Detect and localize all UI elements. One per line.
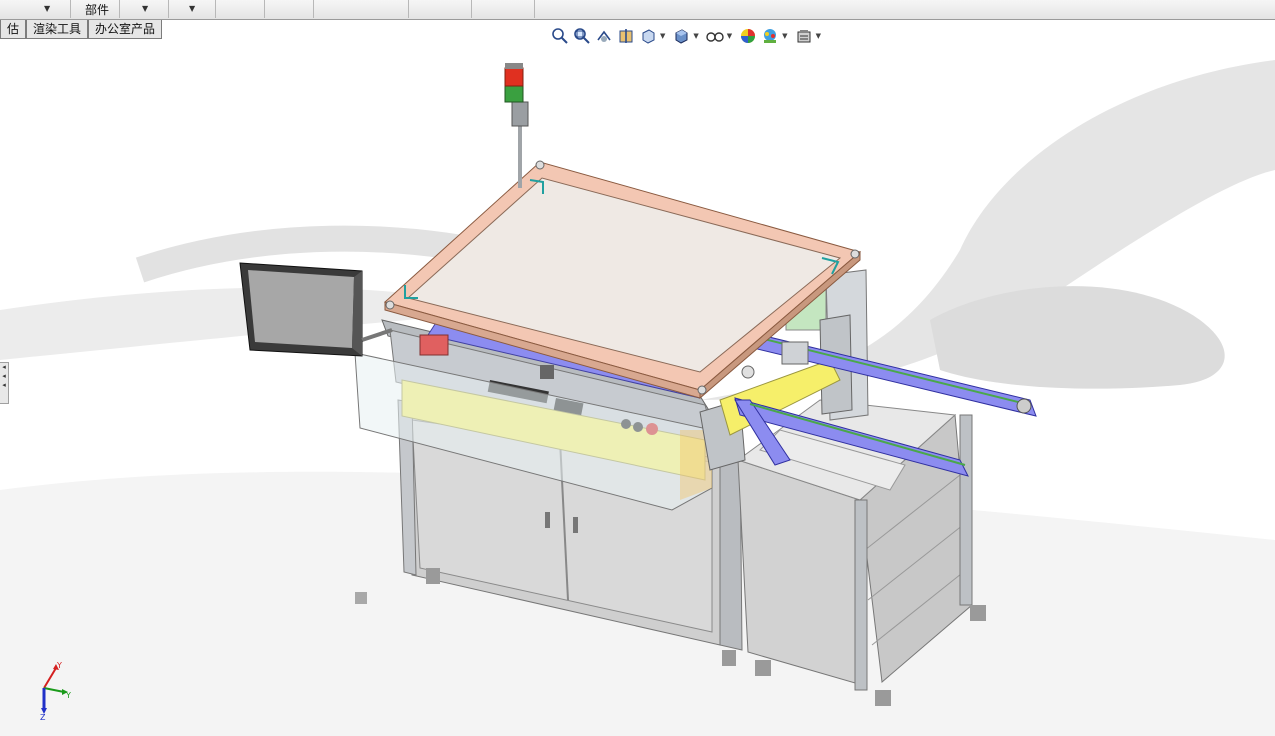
chevron-down-icon[interactable]: ▼ xyxy=(660,32,665,40)
apply-scene-icon[interactable] xyxy=(760,26,780,46)
ribbon-label: 部件 xyxy=(85,3,110,17)
previous-view-icon[interactable] xyxy=(594,26,614,46)
view-orientation-icon[interactable] xyxy=(638,26,658,46)
ribbon-group-assembly[interactable]: 部件 xyxy=(71,0,120,18)
chevron-down-icon[interactable]: ▼ xyxy=(727,32,732,40)
reference-triad: Y Y Z xyxy=(30,660,80,723)
tab-office-products[interactable]: 办公室产品 xyxy=(88,20,163,39)
chevron-down-icon[interactable]: ▼ xyxy=(44,4,50,13)
ribbon-group-7[interactable] xyxy=(409,0,472,18)
chevron-down-icon[interactable]: ▼ xyxy=(693,32,698,40)
ribbon-group-3[interactable]: ▼ xyxy=(169,0,216,18)
display-style-icon[interactable] xyxy=(671,26,691,46)
ribbon-group-6[interactable] xyxy=(314,0,409,18)
tab-evaluate[interactable]: 估 xyxy=(0,20,27,39)
chevron-left-icon: ◂ ◂ ◂ xyxy=(2,363,6,389)
ribbon-group-4[interactable] xyxy=(216,0,265,18)
chevron-down-icon[interactable]: ▼ xyxy=(816,32,821,40)
panel-expand-handle[interactable]: ◂ ◂ ◂ xyxy=(0,362,9,404)
ribbon-group-5[interactable] xyxy=(265,0,314,18)
ribbon-group-2[interactable]: ▼ xyxy=(120,0,169,18)
view-settings-icon[interactable] xyxy=(794,26,814,46)
ribbon-group-8[interactable] xyxy=(472,0,535,18)
chevron-down-icon[interactable]: ▼ xyxy=(189,4,195,13)
command-manager-tabs: 估 渲染工具 办公室产品 xyxy=(0,20,163,40)
chevron-down-icon[interactable]: ▼ xyxy=(782,32,787,40)
tab-render-tools[interactable]: 渲染工具 xyxy=(26,20,89,39)
triad-label-x: Y xyxy=(56,661,62,670)
hide-show-items-icon[interactable] xyxy=(705,26,725,46)
model-scene[interactable] xyxy=(0,20,1275,736)
triad-axes: Y Y Z xyxy=(40,661,71,722)
section-view-icon[interactable] xyxy=(616,26,636,46)
triad-label-z: Z xyxy=(40,713,46,720)
chevron-down-icon[interactable]: ▼ xyxy=(142,4,148,13)
ribbon-group-1[interactable]: ▼ xyxy=(0,0,71,18)
zoom-to-fit-icon[interactable] xyxy=(550,26,570,46)
ribbon-bar: ▼ 部件 ▼ ▼ xyxy=(0,0,1275,20)
edit-appearance-icon[interactable] xyxy=(738,26,758,46)
heads-up-view-toolbar: ▼ ▼ ▼ ▼ ▼ xyxy=(550,25,825,47)
zoom-to-area-icon[interactable] xyxy=(572,26,592,46)
triad-label-y: Y xyxy=(65,691,71,700)
graphics-area[interactable] xyxy=(0,20,1275,736)
